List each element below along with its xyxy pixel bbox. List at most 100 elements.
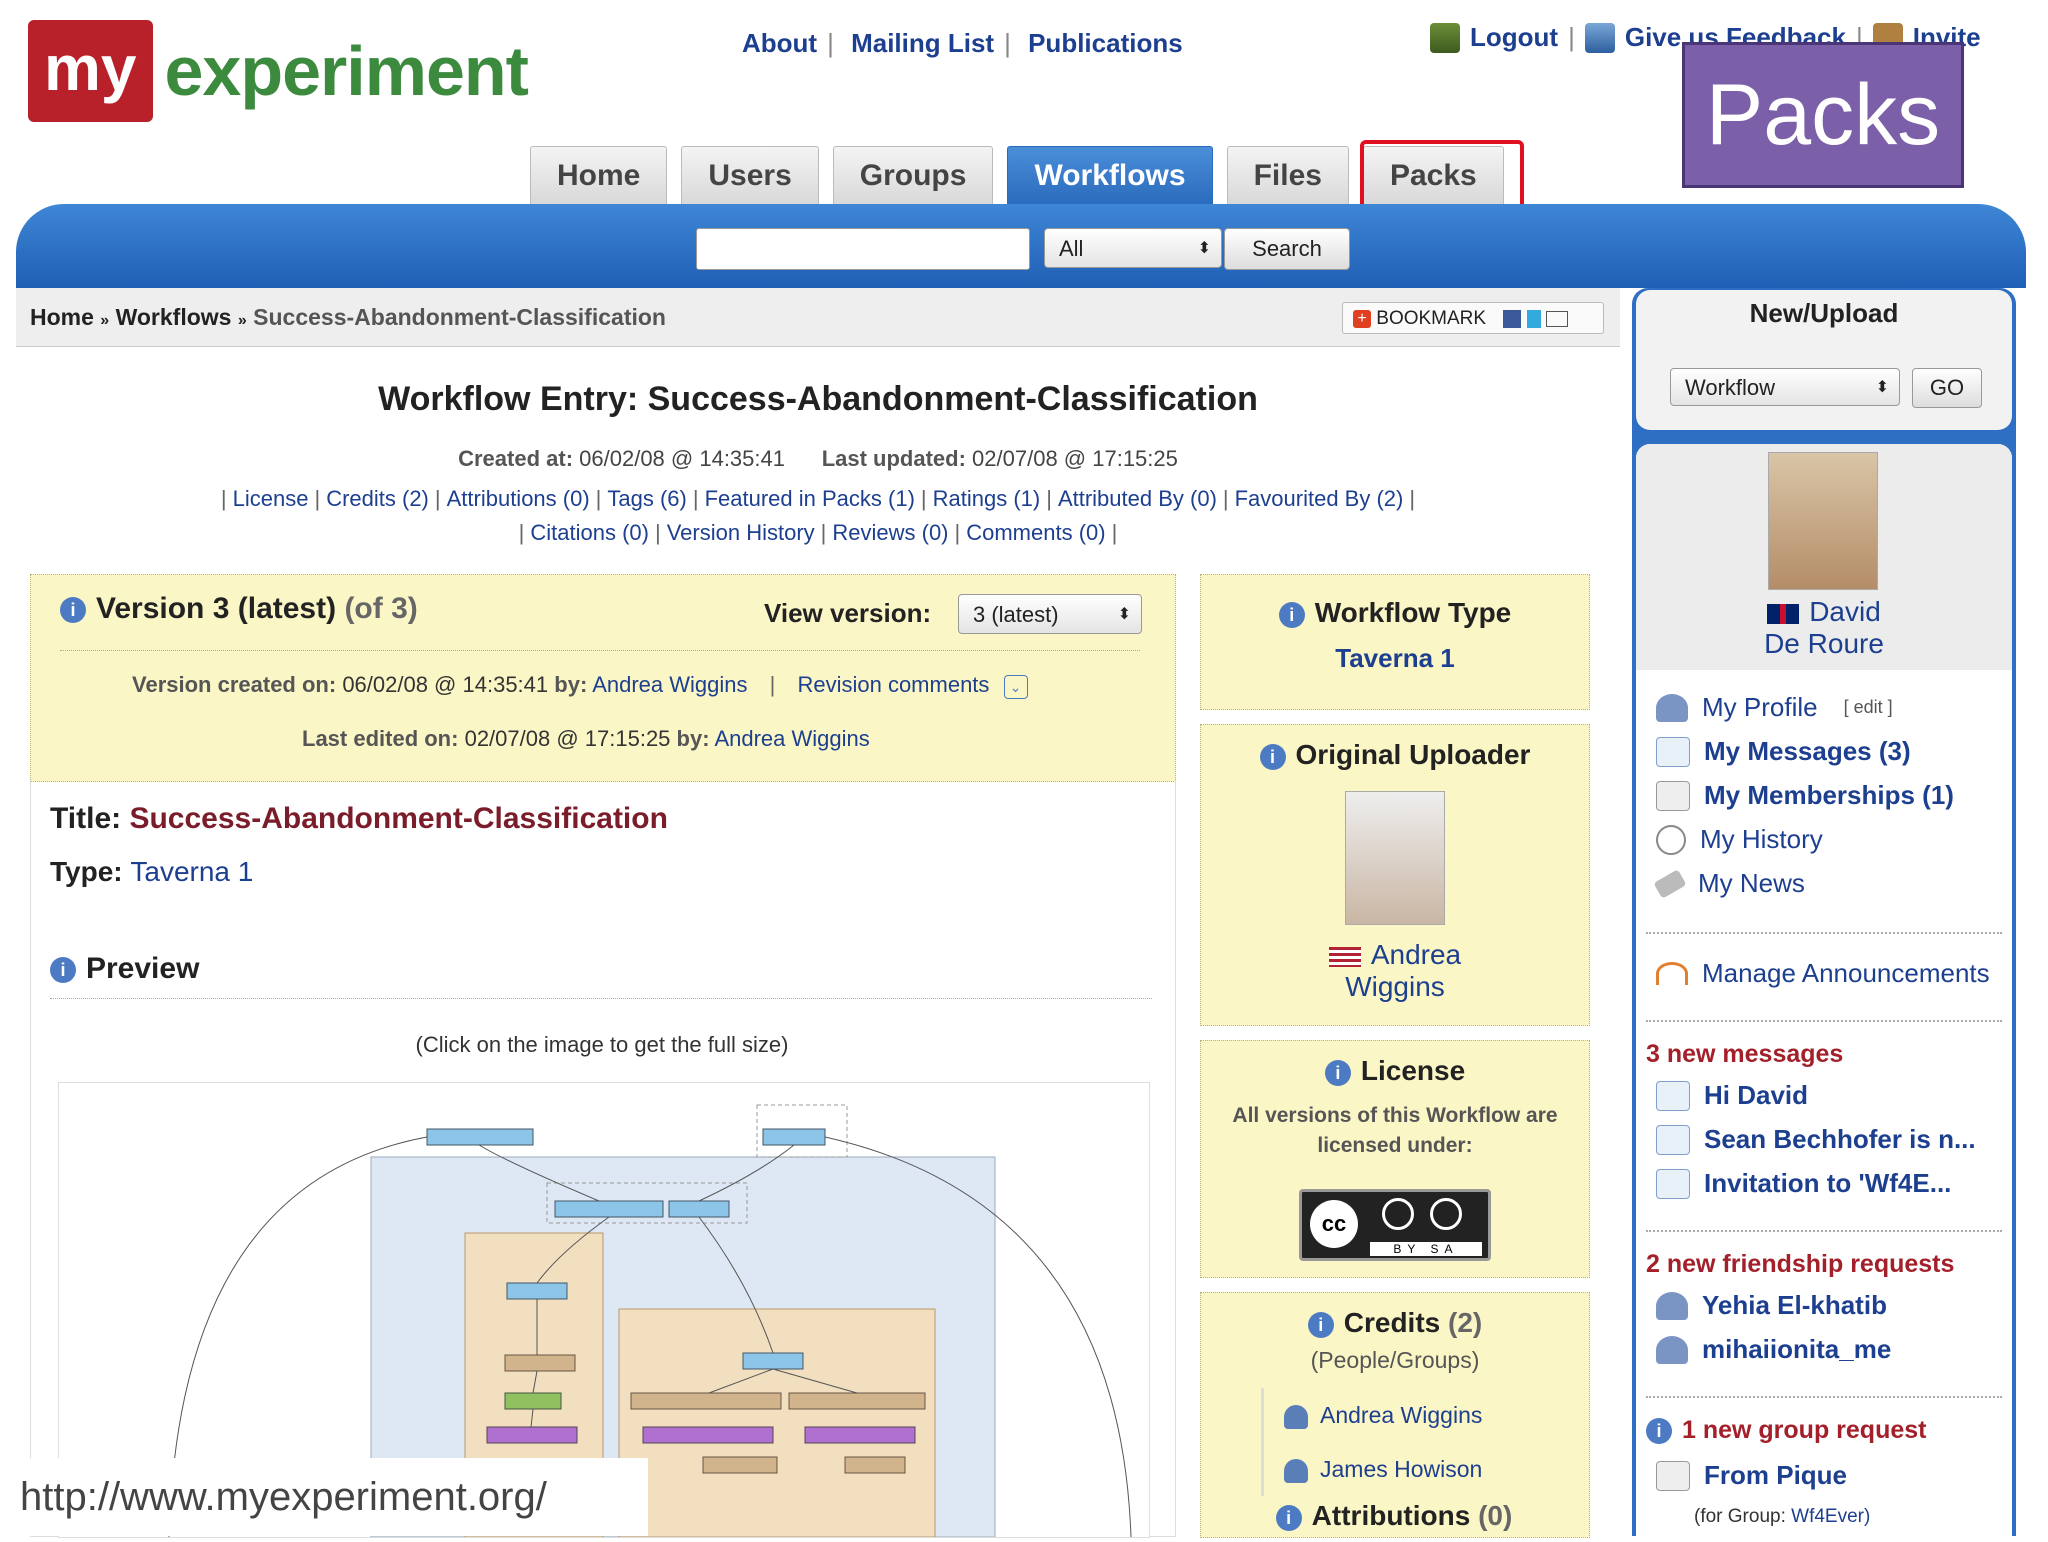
version-history-link[interactable]: Version History	[667, 520, 815, 545]
info-icon: i	[1307, 1311, 1334, 1338]
uploader-name-last[interactable]: Wiggins	[1345, 971, 1445, 1002]
tab-home[interactable]: Home	[530, 146, 668, 205]
divider	[1646, 1396, 2002, 1398]
attributed-by-link[interactable]: Attributed By (0)	[1058, 486, 1217, 511]
type-value[interactable]: Taverna 1	[130, 856, 253, 887]
mailing-list-link[interactable]: Mailing List	[851, 28, 994, 58]
message-subject[interactable]: Sean Bechhofer is n...	[1704, 1124, 1976, 1155]
favourited-by-link[interactable]: Favourited By (2)	[1235, 486, 1404, 511]
us-flag-icon	[1328, 946, 1361, 967]
logout-link[interactable]: Logout	[1470, 22, 1558, 53]
menu-my-profile[interactable]: My Profile [ edit ]	[1656, 692, 1893, 723]
search-button[interactable]: Search	[1224, 228, 1350, 270]
user-avatar[interactable]	[1768, 452, 1878, 590]
friend-name[interactable]: Yehia El-khatib	[1702, 1290, 1887, 1321]
citations-link[interactable]: Citations (0)	[530, 520, 649, 545]
message-subject[interactable]: Hi David	[1704, 1080, 1808, 1111]
breadcrumb-current: Success-Abandonment-Classification	[253, 304, 666, 330]
envelope-icon	[1656, 1168, 1690, 1199]
version-editor-link[interactable]: Andrea Wiggins	[714, 726, 869, 751]
search-scope-select[interactable]: All ⬍	[1044, 228, 1222, 268]
info-icon: i	[1275, 1504, 1302, 1531]
my-memberships-link[interactable]: My Memberships (1)	[1704, 780, 1954, 811]
license-link[interactable]: License	[233, 486, 309, 511]
ratings-link[interactable]: Ratings (1)	[933, 486, 1041, 511]
comments-link[interactable]: Comments (0)	[966, 520, 1105, 545]
version-author-link[interactable]: Andrea Wiggins	[592, 672, 747, 697]
message-item[interactable]: Sean Bechhofer is n...	[1656, 1124, 1976, 1155]
go-button[interactable]: GO	[1912, 368, 1982, 408]
expand-icon[interactable]: ⌄	[1003, 675, 1028, 699]
credit-item[interactable]: Andrea Wiggins	[1284, 1388, 1589, 1442]
credit-name: James Howison	[1320, 1456, 1483, 1482]
tab-users[interactable]: Users	[681, 146, 819, 205]
site-logo[interactable]: my experiment	[28, 20, 529, 122]
publications-link[interactable]: Publications	[1028, 28, 1183, 58]
group-request-item[interactable]: From Pique	[1656, 1460, 1847, 1491]
credits-link[interactable]: Credits (2)	[326, 486, 429, 511]
group-label: (for Group:	[1694, 1506, 1786, 1527]
featured-in-packs-link[interactable]: Featured in Packs (1)	[705, 486, 915, 511]
my-news-link[interactable]: My News	[1698, 868, 1805, 899]
tab-workflows[interactable]: Workflows	[1007, 146, 1213, 205]
breadcrumb-home[interactable]: Home	[30, 304, 94, 330]
tags-link[interactable]: Tags (6)	[607, 486, 686, 511]
friend-name[interactable]: mihaiionita_me	[1702, 1334, 1891, 1365]
search-input[interactable]	[696, 228, 1030, 270]
credit-item[interactable]: James Howison	[1284, 1442, 1589, 1496]
workflow-type-box: i Workflow Type Taverna 1	[1200, 574, 1590, 710]
message-subject[interactable]: Invitation to 'Wf4E...	[1704, 1168, 1951, 1199]
edit-profile-link[interactable]: [ edit ]	[1844, 697, 1893, 718]
preview-label: Preview	[86, 952, 200, 985]
bookmark-button[interactable]: + BOOKMARK	[1342, 302, 1604, 334]
menu-manage-announcements[interactable]: Manage Announcements	[1656, 958, 1990, 989]
friend-request-item[interactable]: mihaiionita_me	[1656, 1334, 1891, 1365]
uploader-name-first[interactable]: Andrea	[1371, 939, 1461, 970]
message-item[interactable]: Hi David	[1656, 1080, 1808, 1111]
attributions-title: Attributions	[1311, 1500, 1471, 1531]
my-messages-link[interactable]: My Messages (3)	[1704, 736, 1911, 767]
version-title: Version 3 (latest)	[96, 592, 337, 625]
version-edited-value: 02/07/08 @ 17:15:25	[464, 726, 671, 751]
attributions-heading: i Attributions (0)	[1200, 1500, 1588, 1532]
credits-heading: i Credits (2)	[1201, 1307, 1589, 1339]
group-name[interactable]: Wf4Ever)	[1791, 1506, 1870, 1527]
user-icon	[1656, 1291, 1688, 1320]
new-messages-heading: 3 new messages	[1646, 1040, 1844, 1068]
message-item[interactable]: Invitation to 'Wf4E...	[1656, 1168, 1951, 1199]
about-link[interactable]: About	[742, 28, 817, 58]
title-label: Title:	[50, 802, 122, 835]
workflow-type-value[interactable]: Taverna 1	[1335, 643, 1454, 673]
menu-my-news[interactable]: My News	[1653, 868, 1805, 899]
revision-comments-link[interactable]: Revision comments	[797, 672, 989, 697]
related-links-row2: | Citations (0) | Version History | Reviews (…	[518, 520, 1118, 545]
attributions-link[interactable]: Attributions (0)	[447, 486, 590, 511]
version-select[interactable]: 3 (latest) ⬍	[958, 594, 1142, 634]
menu-my-history[interactable]: My History	[1656, 824, 1823, 855]
tab-groups[interactable]: Groups	[832, 146, 994, 205]
group-request-from[interactable]: From Pique	[1704, 1460, 1847, 1491]
preview-hint: (Click on the image to get the full size…	[415, 1032, 789, 1057]
updated-value: 02/07/08 @ 17:15:25	[972, 446, 1178, 471]
menu-my-memberships[interactable]: My Memberships (1)	[1656, 780, 1954, 811]
credit-name: Andrea Wiggins	[1320, 1402, 1483, 1428]
upload-type-value: Workflow	[1685, 375, 1776, 400]
cc-license-badge[interactable]: cc BY SA	[1299, 1189, 1491, 1261]
version-edited: Last edited on: 02/07/08 @ 17:15:25 by: …	[302, 726, 870, 752]
reviews-link[interactable]: Reviews (0)	[832, 520, 948, 545]
manage-announcements-link[interactable]: Manage Announcements	[1702, 958, 1990, 989]
my-history-link[interactable]: My History	[1700, 824, 1823, 855]
version-created: Version created on: 06/02/08 @ 14:35:41 …	[132, 672, 1028, 699]
group-request-title: 1 new group request	[1682, 1416, 1927, 1444]
user-name[interactable]: David De Roure	[1636, 596, 2012, 660]
breadcrumb: Home » Workflows » Success-Abandonment-C…	[30, 304, 666, 331]
info-icon: i	[60, 597, 86, 624]
uploader-avatar[interactable]	[1345, 791, 1445, 925]
tab-files[interactable]: Files	[1226, 146, 1349, 205]
menu-my-messages[interactable]: My Messages (3)	[1656, 736, 1911, 767]
friend-request-item[interactable]: Yehia El-khatib	[1656, 1290, 1887, 1321]
upload-type-select[interactable]: Workflow ⬍	[1670, 368, 1900, 406]
my-profile-link[interactable]: My Profile	[1702, 692, 1818, 723]
twitter-icon	[1526, 309, 1541, 328]
breadcrumb-workflows[interactable]: Workflows	[116, 304, 232, 330]
